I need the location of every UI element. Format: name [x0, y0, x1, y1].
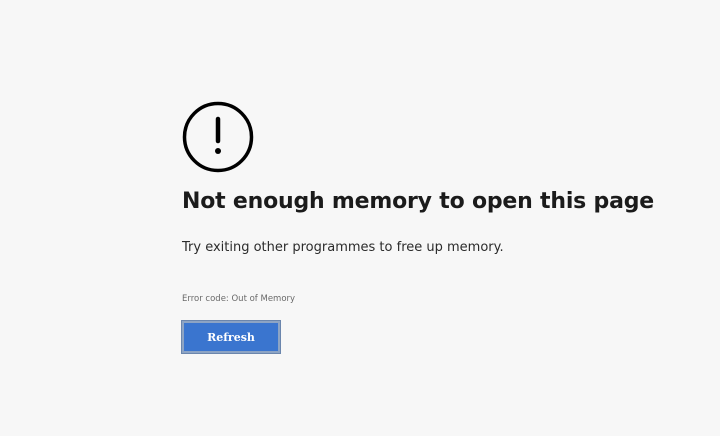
error-page: Not enough memory to open this page Try …: [0, 0, 720, 436]
error-code: Error code: Out of Memory: [182, 294, 296, 304]
error-message: Try exiting other programmes to free up …: [182, 240, 504, 255]
exclamation-circle-icon: [182, 101, 254, 173]
page-title: Not enough memory to open this page: [182, 189, 654, 214]
error-content: Not enough memory to open this page Try …: [181, 101, 702, 354]
refresh-button[interactable]: Refresh: [181, 320, 281, 354]
